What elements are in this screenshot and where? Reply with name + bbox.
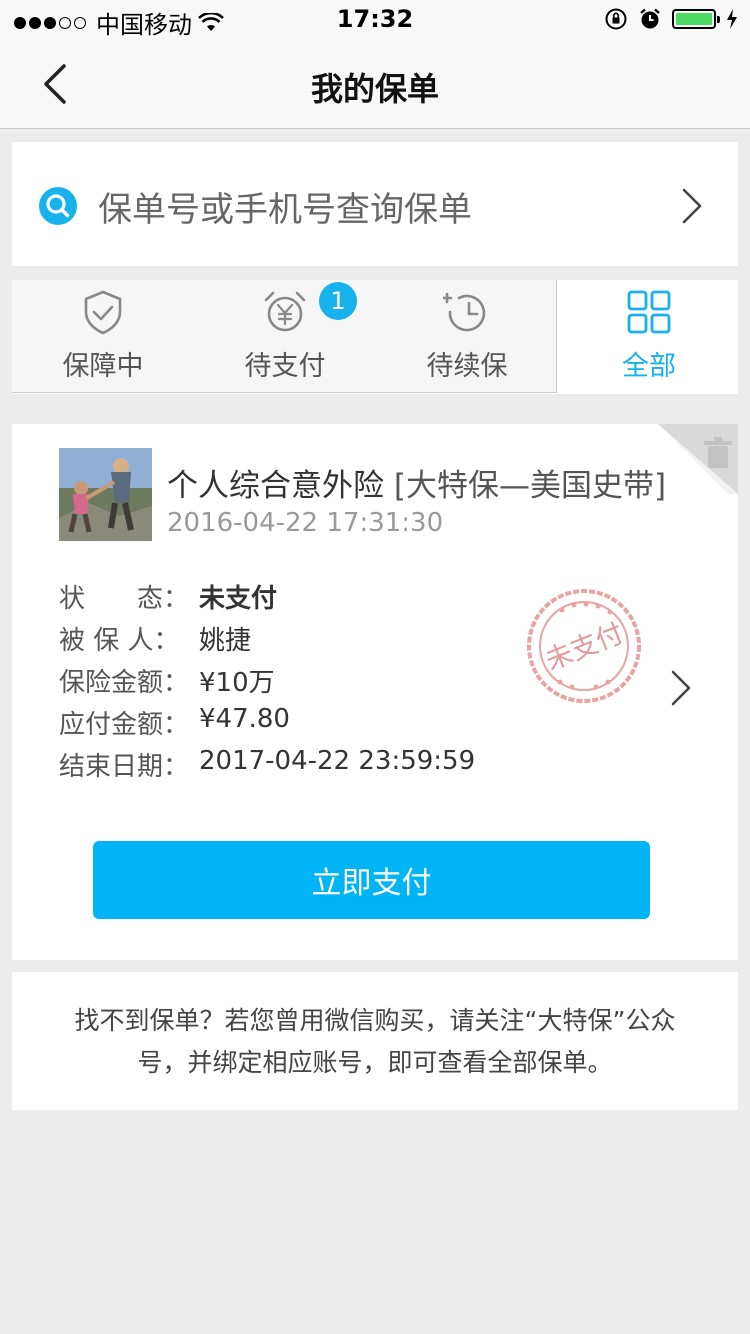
- renew-clock-icon: [443, 292, 486, 332]
- battery-icon: [672, 9, 720, 29]
- alarm-icon: [640, 8, 660, 29]
- alarm-yen-icon: [264, 291, 306, 332]
- search-icon: [39, 187, 77, 225]
- policy-details: 状 态： 未支付 被 保 人： 姚捷 保险金额： ¥10万 应付金额： ¥47.…: [59, 578, 475, 788]
- policy-card[interactable]: 个人综合意外险 [大特保—美国史带] 2016-04-22 17:31:30 状…: [12, 424, 738, 960]
- shield-check-icon: [84, 290, 122, 335]
- detail-row-end-date: 结束日期： 2017-04-22 23:59:59: [59, 746, 475, 788]
- tab-label: 待支付: [244, 351, 326, 382]
- notice-line: 找不到保单？若您曾用微信购买，请关注“大特保”公众: [74, 1006, 676, 1035]
- product-image: [59, 448, 152, 541]
- detail-value: 姚捷: [199, 626, 252, 656]
- tab-label: 全部: [622, 351, 676, 382]
- detail-row-amount-due: 应付金额： ¥47.80: [59, 704, 475, 746]
- notice-line: 号，并绑定相应账号，即可查看全部保单。: [137, 1048, 613, 1077]
- tab-label: 保障中: [62, 351, 144, 382]
- trash-icon[interactable]: [658, 424, 738, 494]
- detail-value: ¥47.80: [199, 704, 290, 734]
- detail-label: 状 态：: [59, 584, 190, 614]
- detail-label: 应付金额：: [59, 710, 190, 740]
- policy-filter-tabs: 保障中 待支付 1 待续保 全部: [12, 280, 738, 394]
- detail-label: 结束日期：: [59, 752, 190, 782]
- product-name: 个人综合意外险: [167, 468, 384, 504]
- tab-renewal[interactable]: 待续保: [376, 280, 558, 393]
- chevron-right-icon: [682, 188, 702, 224]
- grid-icon: [627, 290, 671, 334]
- detail-value: 未支付: [199, 584, 278, 614]
- created-time: 2016-04-22 17:31:30: [167, 508, 444, 538]
- detail-value: 2017-04-22 23:59:59: [199, 746, 476, 776]
- chevron-right-icon[interactable]: [670, 668, 692, 708]
- rotation-lock-icon: [605, 8, 627, 30]
- pay-now-button[interactable]: 立即支付: [93, 841, 650, 919]
- unpaid-stamp: 未支付: [527, 589, 641, 703]
- pending-count-badge: 1: [319, 282, 357, 320]
- detail-row-status: 状 态： 未支付: [59, 578, 475, 620]
- stamp-label: 未支付: [541, 618, 628, 677]
- page-title: 我的保单: [310, 70, 439, 108]
- status-bar: 中国移动 17:32: [0, 0, 750, 40]
- status-icons: [604, 7, 738, 31]
- tab-in-force[interactable]: 保障中: [12, 280, 194, 393]
- product-name-line: 个人综合意外险 [大特保—美国史带]: [167, 460, 666, 505]
- navigation-bar: 我的保单: [0, 40, 750, 129]
- detail-label: 保险金额：: [59, 668, 190, 698]
- detail-label: 被 保 人：: [59, 626, 180, 656]
- tab-all[interactable]: 全部: [558, 280, 740, 393]
- tab-label: 待续保: [426, 351, 508, 382]
- detail-value: ¥10万: [199, 668, 275, 698]
- detail-row-insured: 被 保 人： 姚捷: [59, 620, 475, 662]
- product-variant: [大特保—美国史带]: [393, 468, 667, 504]
- detail-row-coverage: 保险金额： ¥10万: [59, 662, 475, 704]
- help-notice: 找不到保单？若您曾用微信购买，请关注“大特保”公众 号，并绑定相应账号，即可查看…: [12, 972, 738, 1110]
- search-placeholder: 保单号或手机号查询保单: [98, 190, 472, 230]
- policy-search-bar[interactable]: 保单号或手机号查询保单: [12, 142, 738, 266]
- charging-icon: [727, 9, 737, 29]
